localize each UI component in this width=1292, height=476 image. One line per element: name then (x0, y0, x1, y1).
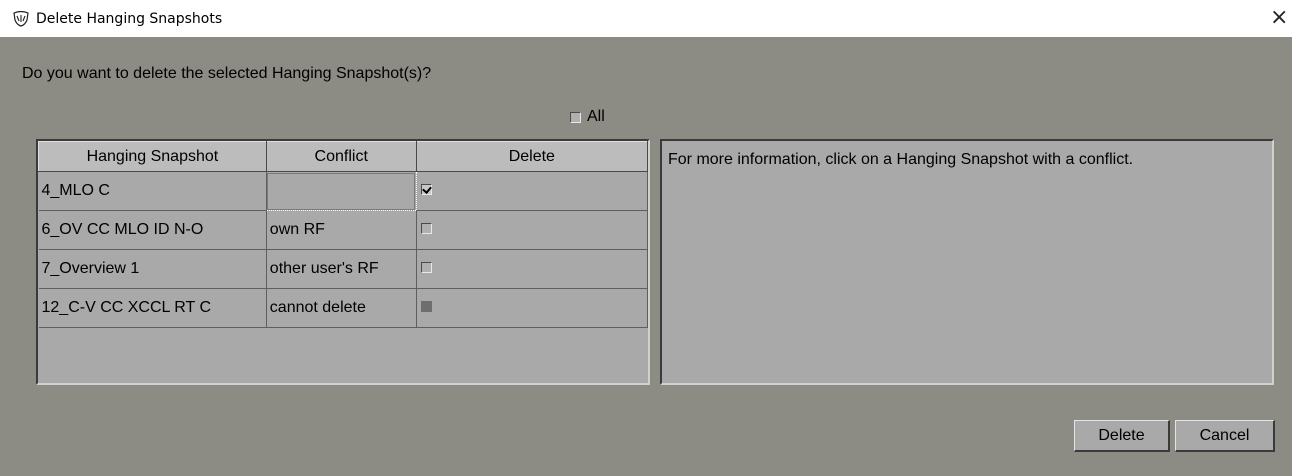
snapshot-cell[interactable]: 12_C-V CC XCCL RT C (38, 288, 267, 328)
window-title: Delete Hanging Snapshots (36, 11, 223, 27)
snapshot-cell[interactable]: 6_OV CC MLO ID N-O (38, 210, 267, 250)
conflict-cell[interactable] (265, 171, 417, 211)
snapshot-cell[interactable]: 7_Overview 1 (38, 249, 267, 289)
column-header-hanging-snapshot[interactable]: Hanging Snapshot (38, 141, 267, 172)
select-all-checkbox[interactable]: All (570, 108, 605, 126)
info-panel: For more information, click on a Hanging… (660, 139, 1274, 385)
delete-cell[interactable] (416, 249, 649, 289)
title-bar: Delete Hanging Snapshots × (0, 0, 1292, 38)
table-row[interactable]: 4_MLO C (38, 171, 649, 211)
snapshot-table: Hanging Snapshot Conflict Delete 4_MLO C… (38, 141, 649, 328)
delete-cell[interactable] (416, 210, 649, 250)
delete-checkbox[interactable] (420, 184, 432, 195)
delete-cell[interactable] (416, 171, 649, 211)
table-row[interactable]: 6_OV CC MLO ID N-O own RF (38, 210, 649, 250)
conflict-cell[interactable]: cannot delete (266, 288, 417, 328)
app-shield-icon (13, 11, 29, 27)
snapshot-cell[interactable]: 4_MLO C (38, 171, 267, 211)
all-checkbox-box[interactable] (570, 111, 581, 123)
close-icon[interactable]: × (1270, 5, 1288, 31)
all-label: All (587, 108, 605, 125)
delete-checkbox[interactable] (420, 223, 432, 234)
info-text: For more information, click on a Hanging… (668, 151, 1134, 168)
column-header-delete[interactable]: Delete (415, 141, 649, 172)
table-row[interactable]: 7_Overview 1 other user's RF (38, 249, 649, 289)
table-header-row: Hanging Snapshot Conflict Delete (38, 141, 649, 172)
table-row[interactable]: 12_C-V CC XCCL RT C cannot delete (38, 288, 649, 328)
delete-checkbox[interactable] (420, 262, 432, 273)
delete-button[interactable]: Delete (1074, 420, 1170, 452)
question-text: Do you want to delete the selected Hangi… (22, 65, 432, 82)
cancel-button[interactable]: Cancel (1175, 420, 1275, 452)
delete-checkbox-disabled (420, 301, 432, 312)
conflict-cell[interactable]: other user's RF (266, 249, 417, 289)
conflict-cell[interactable]: own RF (266, 210, 417, 250)
delete-cell (416, 288, 649, 328)
snapshot-table-panel: Hanging Snapshot Conflict Delete 4_MLO C… (36, 139, 650, 385)
column-header-conflict[interactable]: Conflict (265, 141, 417, 172)
